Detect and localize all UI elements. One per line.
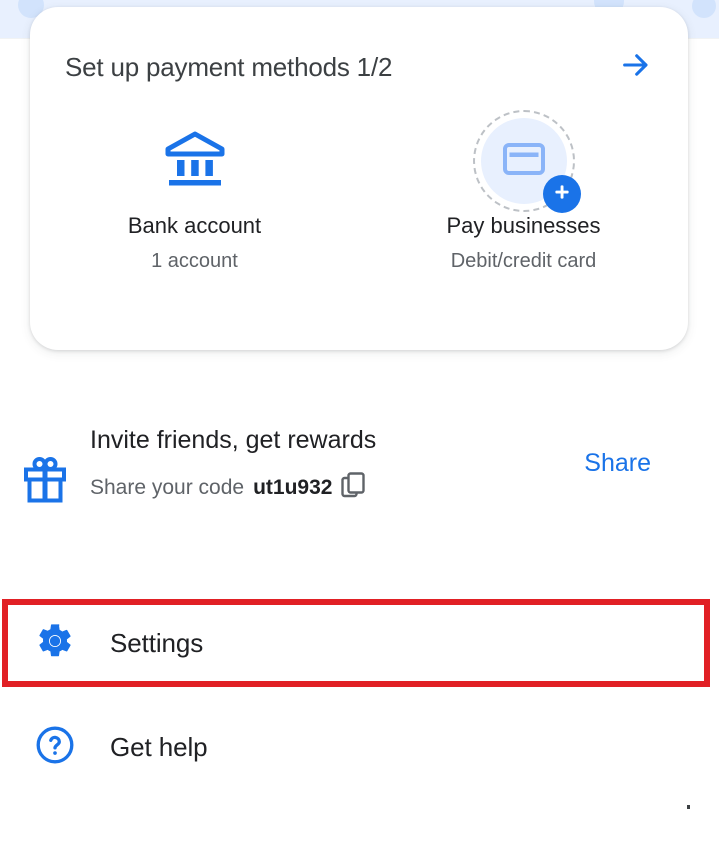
bank-icon-wrap	[163, 115, 227, 207]
add-card-dashed-ring	[472, 110, 581, 213]
next-step-button[interactable]	[614, 45, 658, 89]
gear-icon	[35, 621, 75, 666]
credit-card-icon	[502, 142, 545, 180]
copy-icon	[341, 472, 366, 504]
invite-friends-row[interactable]: Invite friends, get rewards Share your c…	[0, 405, 719, 555]
invite-text-block: Invite friends, get rewards Share your c…	[90, 405, 584, 504]
invite-referral-code: ut1u932	[253, 476, 333, 499]
payment-card-title: Set up payment methods 1/2	[65, 51, 393, 82]
invite-code-line: Share your code ut1u932	[90, 472, 584, 504]
menu-item-settings[interactable]: Settings	[0, 604, 719, 682]
payment-card-header: Set up payment methods 1/2	[30, 37, 688, 97]
tile-pay-businesses-label: Pay businesses	[446, 213, 601, 238]
copy-code-button[interactable]	[341, 472, 366, 504]
add-payment-method-badge[interactable]	[542, 175, 581, 213]
tile-bank-account-sub: 1 account	[151, 250, 238, 272]
tile-pay-businesses[interactable]: Pay businesses Debit/credit card	[359, 110, 688, 273]
gift-icon	[23, 457, 67, 508]
help-circle-icon	[34, 724, 76, 771]
screen-artifact-dot	[687, 805, 690, 809]
invite-title: Invite friends, get rewards	[90, 426, 377, 454]
menu-item-get-help[interactable]: Get help	[0, 708, 719, 786]
tile-pay-businesses-sub: Debit/credit card	[450, 250, 597, 272]
help-icon-wrap	[0, 724, 110, 771]
menu-item-settings-label: Settings	[110, 627, 204, 658]
plus-icon	[552, 182, 572, 207]
payment-method-tiles: Bank account 1 account Pay businesses De…	[30, 110, 688, 273]
arrow-right-icon	[619, 48, 653, 87]
invite-code-prefix: Share your code	[90, 476, 245, 499]
tile-bank-account[interactable]: Bank account 1 account	[30, 115, 359, 273]
card-icon-wrap	[472, 110, 581, 213]
payment-methods-card: Set up payment methods 1/2 Bank account …	[30, 7, 688, 350]
gear-icon-wrap	[0, 621, 110, 666]
decorative-dot	[692, 0, 716, 18]
gift-icon-wrap	[0, 405, 90, 508]
menu-item-get-help-label: Get help	[110, 731, 208, 762]
bank-icon	[163, 130, 227, 193]
tile-bank-account-label: Bank account	[127, 213, 262, 238]
share-button[interactable]: Share	[584, 405, 719, 478]
